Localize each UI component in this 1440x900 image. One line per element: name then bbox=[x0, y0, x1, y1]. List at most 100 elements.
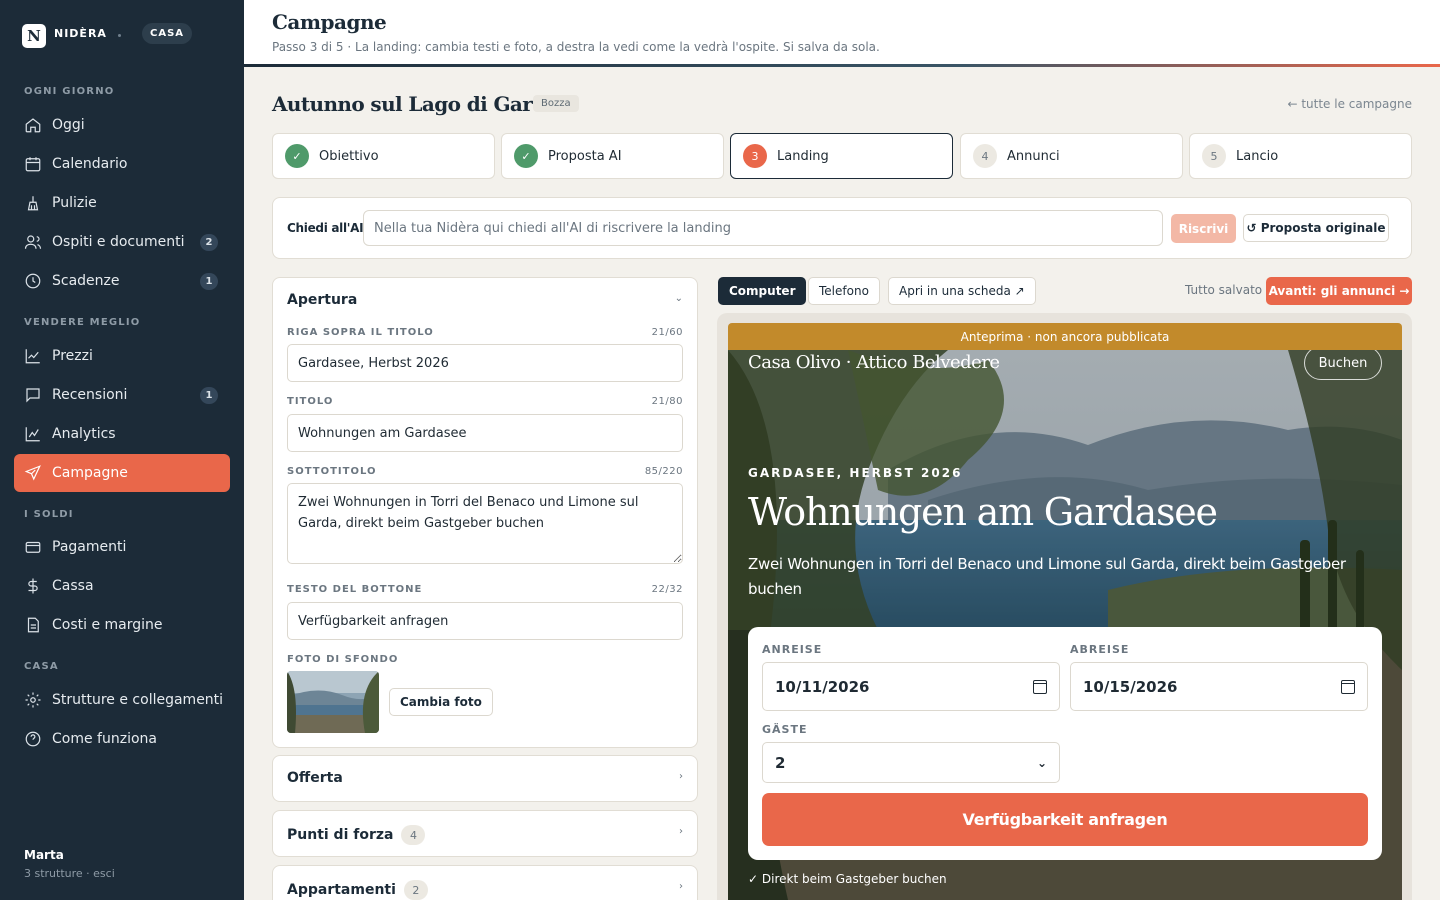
panel-title-text: Appartamenti bbox=[287, 882, 396, 898]
card-icon bbox=[24, 538, 42, 556]
status-badge: Bozza bbox=[533, 95, 579, 112]
hero-kicker: GARDASEE, HERBST 2026 bbox=[748, 466, 963, 480]
page-title: Campagne bbox=[272, 10, 387, 34]
nav-section-vendere-meglio: VENDERE MEGLIO bbox=[24, 317, 141, 328]
count-badge: 4 bbox=[401, 825, 426, 845]
sidebar-item-ospiti[interactable]: Ospiti e documenti 2 bbox=[14, 223, 230, 261]
back-to-campaigns-link[interactable]: ← tutte le campagne bbox=[1287, 97, 1412, 111]
users-icon bbox=[24, 233, 42, 251]
clock-icon bbox=[24, 272, 42, 290]
sidebar-item-pagamenti[interactable]: Pagamenti bbox=[14, 528, 230, 566]
step-label: Landing bbox=[777, 148, 829, 164]
send-icon bbox=[24, 464, 42, 482]
chevron-down-icon: ⌄ bbox=[1036, 755, 1047, 770]
sidebar-item-label: Oggi bbox=[52, 117, 85, 133]
step-obiettivo[interactable]: ✓ Obiettivo bbox=[272, 133, 495, 179]
kicker-input[interactable] bbox=[287, 344, 683, 382]
sidebar-item-calendario[interactable]: Calendario bbox=[14, 145, 230, 183]
subtitle-textarea[interactable]: Zwei Wohnungen in Torri del Benaco und L… bbox=[287, 483, 683, 564]
panel-appartamenti[interactable]: Appartamenti 2 › bbox=[272, 865, 698, 900]
preview-mode-computer[interactable]: Computer bbox=[718, 277, 807, 305]
step-annunci[interactable]: 4 Annunci bbox=[960, 133, 1183, 179]
ai-prompt-input[interactable] bbox=[363, 210, 1163, 246]
panel-apertura: Apertura ⌄ RIGA SOPRA IL TITOLO 21/60 TI… bbox=[272, 277, 698, 748]
button-text-input[interactable] bbox=[287, 602, 683, 640]
nav-section-i-soldi: I SOLDI bbox=[24, 509, 74, 520]
sidebar-item-scadenze[interactable]: Scadenze 1 bbox=[14, 262, 230, 300]
brand-name: NIDÈRA bbox=[54, 26, 107, 40]
next-step-button[interactable]: Avanti: gli annunci → bbox=[1266, 277, 1412, 305]
sidebar-item-come-funziona[interactable]: Come funziona bbox=[14, 720, 230, 758]
count-badge: 2 bbox=[200, 234, 218, 251]
title-input[interactable] bbox=[287, 414, 683, 452]
panel-title[interactable]: Apertura bbox=[287, 292, 357, 308]
sidebar-item-pulizie[interactable]: Pulizie bbox=[14, 184, 230, 222]
booking-card: ANREISE 10/11/2026 ABREISE 10/15/2026 GÄ… bbox=[748, 627, 1382, 860]
nav-section-ogni-giorno: OGNI GIORNO bbox=[24, 86, 115, 97]
chevron-right-icon[interactable]: › bbox=[679, 881, 683, 892]
broom-icon bbox=[24, 194, 42, 212]
sidebar-item-cassa[interactable]: Cassa bbox=[14, 567, 230, 605]
user-sub[interactable]: 3 strutture · esci bbox=[24, 867, 115, 880]
open-in-tab-button[interactable]: Apri in una scheda ↗ bbox=[888, 277, 1036, 305]
panel-title: Appartamenti 2 bbox=[287, 880, 428, 900]
wizard-steps: ✓ Obiettivo ✓ Proposta AI 3 Landing 4 An… bbox=[272, 133, 1412, 179]
sidebar-item-label: Strutture e collegamenti bbox=[52, 692, 224, 708]
char-count: 21/80 bbox=[651, 396, 683, 407]
count-badge: 2 bbox=[403, 880, 428, 900]
panel-punti-di-forza[interactable]: Punti di forza 4 › bbox=[272, 810, 698, 857]
chevron-right-icon[interactable]: › bbox=[679, 771, 683, 782]
user-block[interactable]: Marta 3 strutture · esci bbox=[24, 848, 115, 880]
departure-date-input[interactable]: 10/15/2026 bbox=[1070, 662, 1368, 711]
hero-subtitle: Zwei Wohnungen in Torri del Benaco und L… bbox=[748, 555, 1346, 598]
sidebar-item-recensioni[interactable]: Recensioni 1 bbox=[14, 376, 230, 414]
property-pill[interactable]: CASA bbox=[142, 23, 193, 44]
preview-mode-telefono[interactable]: Telefono bbox=[808, 277, 880, 305]
departure-label: ABREISE bbox=[1070, 643, 1130, 656]
sidebar-item-oggi[interactable]: Oggi bbox=[14, 106, 230, 144]
step-number: 5 bbox=[1202, 144, 1226, 168]
guests-select[interactable]: 2 ⌄ bbox=[762, 742, 1060, 783]
change-photo-button[interactable]: Cambia foto bbox=[389, 688, 493, 716]
gear-icon bbox=[24, 691, 42, 709]
message-icon bbox=[24, 386, 42, 404]
sidebar-item-campagne[interactable]: Campagne bbox=[14, 454, 230, 492]
chart-line-icon bbox=[24, 347, 42, 365]
step-lancio[interactable]: 5 Lancio bbox=[1189, 133, 1412, 179]
user-name: Marta bbox=[24, 848, 64, 862]
request-availability-button[interactable]: Verfügbarkeit anfragen bbox=[762, 793, 1368, 846]
analytics-icon bbox=[24, 425, 42, 443]
sidebar-item-label: Scadenze bbox=[52, 273, 120, 289]
hero-book-button[interactable]: Buchen bbox=[1304, 350, 1382, 380]
field-label: SOTTOTITOLO bbox=[287, 466, 377, 477]
chevron-down-icon[interactable]: ⌄ bbox=[675, 293, 683, 304]
dollar-icon bbox=[24, 577, 42, 595]
landing-preview: Casa Olivo · Attico Belvedere Buchen GAR… bbox=[728, 350, 1402, 900]
arrival-date-input[interactable]: 10/11/2026 bbox=[762, 662, 1060, 711]
chevron-right-icon[interactable]: › bbox=[679, 826, 683, 837]
field-label: RIGA SOPRA IL TITOLO bbox=[287, 327, 434, 338]
logo-icon: N bbox=[22, 24, 46, 48]
nav-section-casa: CASA bbox=[24, 661, 59, 672]
hero-brand: Casa Olivo · Attico Belvedere bbox=[748, 352, 1000, 373]
sidebar-item-label: Pulizie bbox=[52, 195, 97, 211]
sidebar-item-strutture[interactable]: Strutture e collegamenti bbox=[14, 681, 230, 719]
page-header: Campagne Passo 3 di 5 · La landing: camb… bbox=[244, 0, 1440, 64]
check-icon: ✓ bbox=[514, 144, 538, 168]
sidebar-item-label: Come funziona bbox=[52, 731, 157, 747]
help-icon bbox=[24, 730, 42, 748]
panel-title-text: Offerta bbox=[287, 770, 343, 786]
panel-offerta[interactable]: Offerta › bbox=[272, 755, 698, 802]
original-proposal-button[interactable]: ↺ Proposta originale bbox=[1243, 214, 1389, 242]
sidebar-item-label: Costi e margine bbox=[52, 617, 163, 633]
step-label: Obiettivo bbox=[319, 148, 379, 164]
step-landing[interactable]: 3 Landing bbox=[730, 133, 953, 179]
sidebar-item-prezzi[interactable]: Prezzi bbox=[14, 337, 230, 375]
sidebar-item-label: Analytics bbox=[52, 426, 116, 442]
sidebar-item-analytics[interactable]: Analytics bbox=[14, 415, 230, 453]
brand[interactable]: N NIDÈRA CASA bbox=[22, 23, 193, 48]
hero-title: Wohnungen am Gardasee bbox=[748, 490, 1218, 534]
sidebar-item-costi[interactable]: Costi e margine bbox=[14, 606, 230, 644]
rewrite-button[interactable]: Riscrivi bbox=[1171, 214, 1236, 243]
step-proposta-ai[interactable]: ✓ Proposta AI bbox=[501, 133, 724, 179]
